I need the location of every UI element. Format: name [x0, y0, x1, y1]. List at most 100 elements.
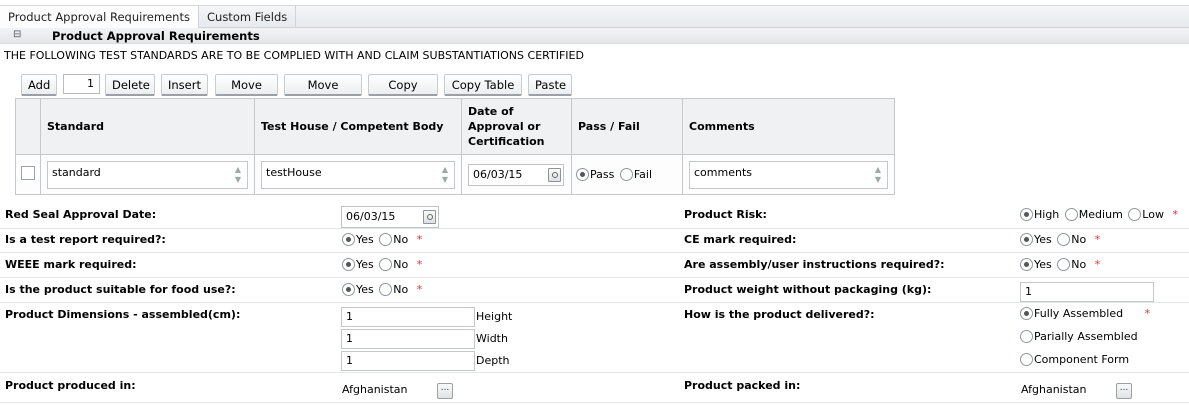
tab-custom-fields[interactable]: Custom Fields [199, 6, 297, 28]
weee-yes-radio[interactable] [342, 258, 355, 271]
fully-assembled-label: Fully Assembled [1034, 307, 1124, 320]
resize-arrows-icon: ▲ ▼ [874, 164, 882, 184]
no-label: No [1071, 233, 1087, 246]
risk-medium-radio[interactable] [1064, 208, 1078, 221]
resize-arrows-icon: ▲ ▼ [441, 164, 449, 184]
insert-button[interactable]: Insert [161, 74, 208, 96]
width-label: Width [476, 332, 508, 345]
risk-high-radio[interactable] [1020, 208, 1033, 221]
fail-label: Fail [633, 168, 653, 181]
no-label: No [393, 283, 409, 296]
required-marker: * [416, 233, 423, 246]
yes-label: Yes [356, 283, 374, 296]
calendar-icon[interactable] [548, 167, 561, 182]
resize-arrows-icon: ▲ ▼ [234, 164, 242, 184]
delivery-fully-radio[interactable] [1020, 307, 1033, 320]
ce-mark-radio-group: Yes No * [1020, 233, 1100, 246]
tab-product-approval-requirements[interactable]: Product Approval Requirements [0, 6, 199, 28]
copy-table-button[interactable]: Copy Table [444, 74, 522, 96]
food-use-no-radio[interactable] [379, 283, 393, 296]
low-label: Low [1142, 208, 1164, 221]
required-marker: * [416, 283, 423, 296]
date-cell: 06/03/15 [461, 154, 572, 195]
produced-in-label: Product produced in: [5, 379, 136, 392]
delete-button[interactable]: Delete [105, 74, 155, 96]
red-seal-date-input[interactable]: 06/03/15 [341, 206, 439, 228]
standard-cell: standard ▲ ▼ [40, 154, 255, 195]
required-marker: * [1094, 258, 1101, 271]
yes-label: Yes [356, 233, 374, 246]
ce-mark-label: CE mark required: [684, 233, 797, 246]
assembly-radio-group: Yes No * [1020, 258, 1100, 271]
table-row: standard ▲ ▼ testHouse ▲ ▼ 06/03/15 Pass F… [15, 154, 895, 195]
move-up-button[interactable]: Move Up [215, 74, 278, 112]
weight-label: Product weight without packaging (kg): [684, 283, 932, 296]
delivery-component-option: Component Form [1020, 353, 1129, 366]
height-input[interactable]: 1 [341, 307, 475, 327]
delivery-fully-option: Fully Assembled * [1020, 307, 1150, 320]
medium-label: Medium [1078, 208, 1123, 221]
copy-row-button[interactable]: Copy Row [368, 74, 438, 112]
approval-date-input[interactable]: 06/03/15 [468, 163, 564, 186]
risk-low-radio[interactable] [1128, 208, 1142, 221]
column-header-pass-fail: Pass / Fail [571, 98, 683, 155]
weee-radio-group: Yes No * [342, 258, 422, 271]
packed-in-value: Afghanistan [1021, 383, 1087, 396]
required-marker: * [1172, 208, 1178, 221]
row-divider [0, 228, 1189, 229]
test-house-textarea[interactable]: testHouse ▲ ▼ [261, 160, 455, 189]
test-report-yes-radio[interactable] [342, 233, 355, 246]
add-button[interactable]: Add [21, 74, 57, 96]
column-header-date: Date of Approval or Certification [461, 98, 572, 155]
assembly-label: Are assembly/user instructions required?… [684, 258, 945, 271]
collapse-icon[interactable]: ⊟ [13, 29, 21, 40]
paste-button[interactable]: Paste [528, 74, 572, 96]
produced-in-value: Afghanistan [342, 383, 408, 396]
width-input[interactable]: 1 [341, 329, 475, 349]
row-divider [0, 302, 1189, 303]
section-subtitle: THE FOLLOWING TEST STANDARDS ARE TO BE C… [4, 49, 584, 62]
row-divider [0, 277, 1189, 278]
table-header-row: Standard Test House / Competent Body Dat… [15, 98, 895, 155]
delivery-label: How is the product delivered?: [684, 308, 875, 321]
move-down-button[interactable]: Move Down [284, 74, 362, 112]
test-report-no-radio[interactable] [379, 233, 393, 246]
no-label: No [393, 233, 409, 246]
depth-label: Depth [476, 354, 510, 367]
delivery-partially-radio[interactable] [1020, 330, 1033, 343]
standard-textarea[interactable]: standard ▲ ▼ [47, 160, 248, 189]
produced-in-picker-icon[interactable]: ... [437, 383, 453, 399]
row-select-checkbox[interactable] [21, 166, 35, 180]
red-seal-date-value: 06/03/15 [346, 210, 396, 223]
ce-mark-no-radio[interactable] [1057, 233, 1071, 246]
delivery-component-radio[interactable] [1020, 353, 1033, 366]
yes-label: Yes [356, 258, 374, 271]
approval-date-value: 06/03/15 [473, 167, 523, 181]
pass-fail-cell: Pass Fail [571, 154, 683, 195]
packed-in-picker-icon[interactable]: ... [1116, 383, 1132, 399]
high-label: High [1034, 208, 1060, 221]
risk-radio-group: High Medium Low * [1020, 208, 1178, 221]
no-label: No [393, 258, 409, 271]
depth-input[interactable]: 1 [341, 351, 475, 371]
tab-bar: Product Approval Requirements Custom Fie… [0, 5, 1189, 28]
fail-radio[interactable] [619, 168, 633, 181]
calendar-icon[interactable] [423, 210, 436, 224]
pass-radio[interactable] [576, 168, 589, 181]
test-report-radio-group: Yes No * [342, 233, 422, 246]
weee-no-radio[interactable] [379, 258, 393, 271]
row-count-input[interactable]: 1 [63, 74, 100, 94]
yes-label: Yes [1034, 233, 1052, 246]
date-header-line: Date of [468, 105, 514, 118]
assembly-yes-radio[interactable] [1020, 258, 1033, 271]
date-header-line: Certification [468, 135, 545, 148]
food-use-yes-radio[interactable] [342, 283, 355, 296]
comments-textarea[interactable]: comments ▲ ▼ [689, 160, 888, 189]
row-divider [0, 372, 1189, 373]
weight-input[interactable]: 1 [1020, 282, 1154, 302]
ce-mark-yes-radio[interactable] [1020, 233, 1033, 246]
comments-value: comments [694, 165, 752, 179]
assembly-no-radio[interactable] [1057, 258, 1071, 271]
date-header-line: Approval or [468, 120, 541, 133]
test-house-value: testHouse [266, 165, 322, 179]
